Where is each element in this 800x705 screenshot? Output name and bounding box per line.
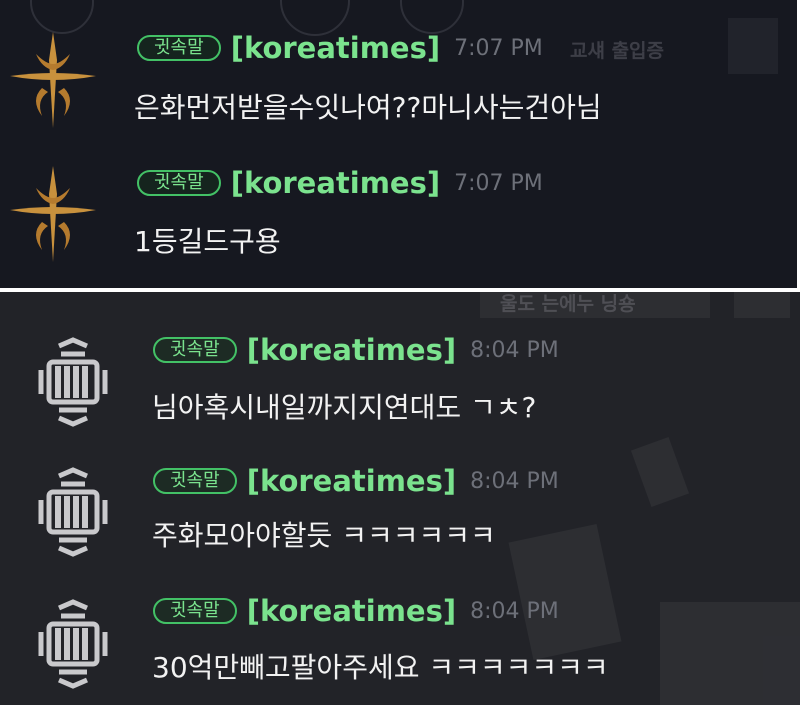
sword-emblem-icon: [6, 30, 100, 130]
whisper-badge: 귓속말: [137, 35, 221, 61]
whisper-badge: 귓속말: [153, 468, 237, 494]
timestamp: 7:07 PM: [454, 170, 543, 196]
fist-emblem-icon: [33, 598, 113, 690]
timestamp: 8:04 PM: [470, 468, 559, 494]
background-text: 교섀 출입증: [570, 40, 665, 62]
whisper-badge: 귓속말: [153, 337, 237, 363]
whisper-badge: 귓속말: [153, 598, 237, 624]
sender-name[interactable]: [koreatimes]: [231, 166, 440, 200]
timestamp: 8:04 PM: [470, 598, 559, 624]
message-text: 은화먼저받을수잇나여??마니사는건아님: [134, 91, 602, 124]
sender-name[interactable]: [koreatimes]: [247, 464, 456, 498]
background-decoration: [734, 292, 790, 318]
background-decoration: [728, 18, 778, 74]
timestamp: 7:07 PM: [454, 35, 543, 61]
chat-panel-bottom: 울도 는에누 닝숑 귓속말 [koreatimes] 8:04 PM 님아혹시내…: [0, 292, 800, 705]
sender-name[interactable]: [koreatimes]: [247, 333, 456, 367]
message-text: 님아혹시내일까지지연대도 ㄱㅊ?: [152, 391, 537, 424]
background-decoration: [508, 523, 622, 661]
background-text: 울도 는에누 닝숑: [500, 293, 636, 315]
whisper-badge: 귓속말: [137, 170, 221, 196]
background-decoration: [660, 602, 800, 705]
sword-emblem-icon: [6, 164, 100, 264]
message-text: 1등길드구용: [134, 225, 281, 258]
background-decoration: [630, 436, 690, 508]
chat-panel-top: 교섀 출입증 귓속말 [koreatimes] 7:07 PM 은화먼저받을수잇…: [0, 0, 797, 288]
sender-name[interactable]: [koreatimes]: [247, 594, 456, 628]
background-decoration: [400, 0, 464, 34]
fist-emblem-icon: [33, 336, 113, 428]
fist-emblem-icon: [33, 466, 113, 558]
timestamp: 8:04 PM: [470, 337, 559, 363]
message-text: 주화모아야할듯 ㅋㅋㅋㅋㅋㅋ: [152, 519, 496, 552]
background-decoration: [30, 0, 94, 34]
sender-name[interactable]: [koreatimes]: [231, 31, 440, 65]
message-text: 30억만빼고팔아주세요 ㅋㅋㅋㅋㅋㅋㅋ: [152, 651, 609, 684]
